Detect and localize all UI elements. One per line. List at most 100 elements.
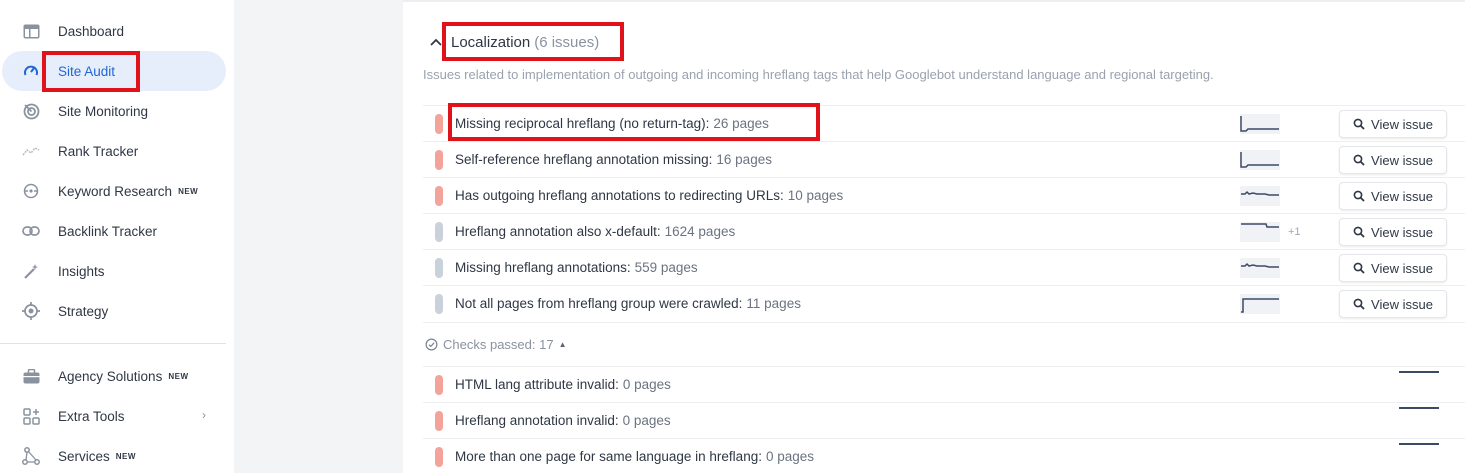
severity-indicator xyxy=(435,222,443,242)
keyword-icon xyxy=(22,182,40,200)
section-description: Issues related to implementation of outg… xyxy=(423,67,1214,82)
sidebar-item-services[interactable]: Services NEW xyxy=(2,436,226,473)
check-circle-icon xyxy=(425,338,438,351)
view-issue-button[interactable]: View issue xyxy=(1339,146,1447,174)
sidebar-item-label: Site Audit xyxy=(58,64,115,79)
sidebar-item-backlink-tracker[interactable]: Backlink Tracker xyxy=(2,211,226,251)
sidebar-item-site-audit[interactable]: Site Audit xyxy=(2,51,226,91)
sidebar-item-keyword-research[interactable]: Keyword Research NEW xyxy=(2,171,226,211)
check-text: HTML lang attribute invalid: 0 pages xyxy=(455,377,671,392)
sidebar-item-label: Site Monitoring xyxy=(58,104,148,119)
chevron-up-icon[interactable] xyxy=(427,33,445,51)
check-text: More than one page for same language in … xyxy=(455,449,814,464)
checks-passed-label: Checks passed: 17 xyxy=(443,337,554,352)
severity-indicator xyxy=(435,411,443,431)
sidebar-item-text: Rank Tracker xyxy=(58,143,139,159)
sidebar-item-text: Extra Tools xyxy=(58,408,125,424)
trend-flat-line xyxy=(1399,371,1439,373)
issue-page-count: 559 pages xyxy=(634,260,698,275)
sidebar-item-label: Dashboard xyxy=(58,24,124,39)
sidebar-item-label: Services NEW xyxy=(58,449,136,464)
view-issue-label: View issue xyxy=(1371,116,1433,132)
issue-label: Missing hreflang annotations: xyxy=(455,260,631,275)
trend-sparkline xyxy=(1240,114,1280,134)
nodes-icon xyxy=(22,447,40,465)
link-icon xyxy=(22,222,40,240)
trend-sparkline xyxy=(1240,258,1280,278)
search-icon xyxy=(1353,118,1365,130)
sidebar-item-agency-solutions[interactable]: Agency Solutions NEW xyxy=(2,356,226,396)
view-issue-button[interactable]: View issue xyxy=(1339,218,1447,246)
view-issue-button[interactable]: View issue xyxy=(1339,254,1447,282)
severity-indicator xyxy=(435,114,443,134)
issue-row: Self-reference hreflang annotation missi… xyxy=(423,141,1465,177)
view-issue-label: View issue xyxy=(1371,188,1433,204)
sidebar-item-label: Backlink Tracker xyxy=(58,224,157,239)
search-icon xyxy=(1353,298,1365,310)
search-icon xyxy=(1353,154,1365,166)
severity-indicator xyxy=(435,375,443,395)
sidebar-item-rank-tracker[interactable]: Rank Tracker xyxy=(2,131,226,171)
briefcase-icon xyxy=(22,367,40,385)
view-issue-label: View issue xyxy=(1371,260,1433,276)
grid-plus-icon xyxy=(22,407,40,425)
issue-label: Has outgoing hreflang annotations to red… xyxy=(455,188,784,203)
passed-check-row: More than one page for same language in … xyxy=(423,438,1465,473)
magic-wand-icon xyxy=(22,262,40,280)
issue-label: Not all pages from hreflang group were c… xyxy=(455,296,743,311)
chevron-right-icon: › xyxy=(202,408,206,422)
section-header[interactable]: Localization (6 issues) xyxy=(427,30,599,54)
sidebar: Dashboard Site Audit Site Monitoring Rank T… xyxy=(0,0,234,473)
issue-text[interactable]: Missing hreflang annotations: 559 pages xyxy=(455,260,698,275)
passed-check-row: HTML lang attribute invalid: 0 pages xyxy=(423,366,1465,402)
issue-page-count: 26 pages xyxy=(713,116,769,131)
sidebar-item-dashboard[interactable]: Dashboard xyxy=(2,11,226,51)
search-icon xyxy=(1353,190,1365,202)
issue-text[interactable]: Missing reciprocal hreflang (no return-t… xyxy=(455,116,769,131)
issue-text[interactable]: Has outgoing hreflang annotations to red… xyxy=(455,188,843,203)
checks-passed-toggle[interactable]: Checks passed: 17 ▲ xyxy=(423,322,1465,366)
top-divider xyxy=(403,0,1465,2)
sidebar-item-text: Services xyxy=(58,448,110,464)
search-icon xyxy=(1353,226,1365,238)
check-label: Hreflang annotation invalid: xyxy=(455,413,619,428)
sidebar-divider xyxy=(0,343,226,344)
issue-label: Missing reciprocal hreflang (no return-t… xyxy=(455,116,710,131)
section-title: Localization xyxy=(451,33,531,51)
issue-label: Self-reference hreflang annotation missi… xyxy=(455,152,713,167)
issue-page-count: 10 pages xyxy=(787,188,844,203)
app-window: Dashboard Site Audit Site Monitoring Rank T… xyxy=(0,0,1465,473)
view-issue-label: View issue xyxy=(1371,152,1433,168)
new-badge: NEW xyxy=(168,371,189,381)
new-badge: NEW xyxy=(178,186,199,196)
speedometer-icon xyxy=(22,62,40,80)
check-page-count: 0 pages xyxy=(622,377,671,392)
view-issue-button[interactable]: View issue xyxy=(1339,110,1447,138)
new-badge: NEW xyxy=(115,451,136,461)
issue-row: Not all pages from hreflang group were c… xyxy=(423,285,1465,321)
trend-sparkline xyxy=(1240,222,1280,242)
sidebar-item-insights[interactable]: Insights xyxy=(2,251,226,291)
target-icon xyxy=(22,302,40,320)
issue-page-count: 1624 pages xyxy=(664,224,736,239)
sidebar-item-extra-tools[interactable]: Extra Tools › xyxy=(2,396,226,436)
check-page-count: 0 pages xyxy=(622,413,671,428)
section-issue-count: (6 issues) xyxy=(534,33,600,51)
issue-row: Missing hreflang annotations: 559 pages Vi… xyxy=(423,249,1465,285)
trend-icon xyxy=(22,142,40,160)
view-issue-button[interactable]: View issue xyxy=(1339,290,1447,318)
severity-indicator xyxy=(435,186,443,206)
issue-page-count: 11 pages xyxy=(746,296,801,311)
trend-sparkline xyxy=(1240,186,1280,206)
sidebar-item-strategy[interactable]: Strategy xyxy=(2,291,226,331)
issue-text[interactable]: Not all pages from hreflang group were c… xyxy=(455,296,801,311)
issue-label: Hreflang annotation also x-default: xyxy=(455,224,661,239)
sidebar-item-site-monitoring[interactable]: Site Monitoring xyxy=(2,91,226,131)
severity-indicator xyxy=(435,258,443,278)
sidebar-item-text: Insights xyxy=(58,263,105,279)
view-issue-button[interactable]: View issue xyxy=(1339,182,1447,210)
check-page-count: 0 pages xyxy=(765,449,815,464)
issue-text[interactable]: Self-reference hreflang annotation missi… xyxy=(455,152,772,167)
issue-row: Hreflang annotation also x-default: 1624 … xyxy=(423,213,1465,249)
issue-text[interactable]: Hreflang annotation also x-default: 1624 … xyxy=(455,224,735,239)
